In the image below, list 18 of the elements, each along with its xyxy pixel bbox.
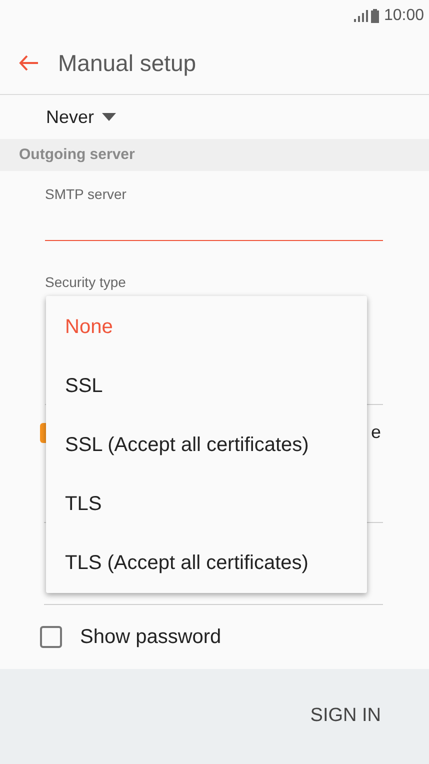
menu-item[interactable]: SSL (46, 356, 367, 415)
checkbox-label: Show password (80, 625, 222, 650)
caret-icon (102, 113, 116, 121)
back-arrow-icon[interactable] (19, 55, 39, 71)
sync-dropdown[interactable]: Never (46, 104, 116, 130)
clock: 10:00 (384, 6, 424, 26)
battery-icon (370, 9, 379, 23)
sign-in-button[interactable]: SIGN IN (310, 702, 381, 731)
menu-item[interactable]: TLS (Accept all certificates) (46, 533, 367, 592)
option-label: e (370, 421, 381, 444)
menu-item[interactable]: TLS (46, 474, 367, 533)
checkbox[interactable] (40, 626, 62, 648)
section-header: Outgoing server (19, 144, 135, 165)
field-label: Security type (45, 273, 127, 292)
field-label: SMTP server (45, 185, 128, 204)
page-title: Manual setup (58, 48, 196, 78)
menu-item[interactable]: SSL (Accept all certificates) (46, 415, 367, 474)
signal-icon (354, 10, 368, 22)
